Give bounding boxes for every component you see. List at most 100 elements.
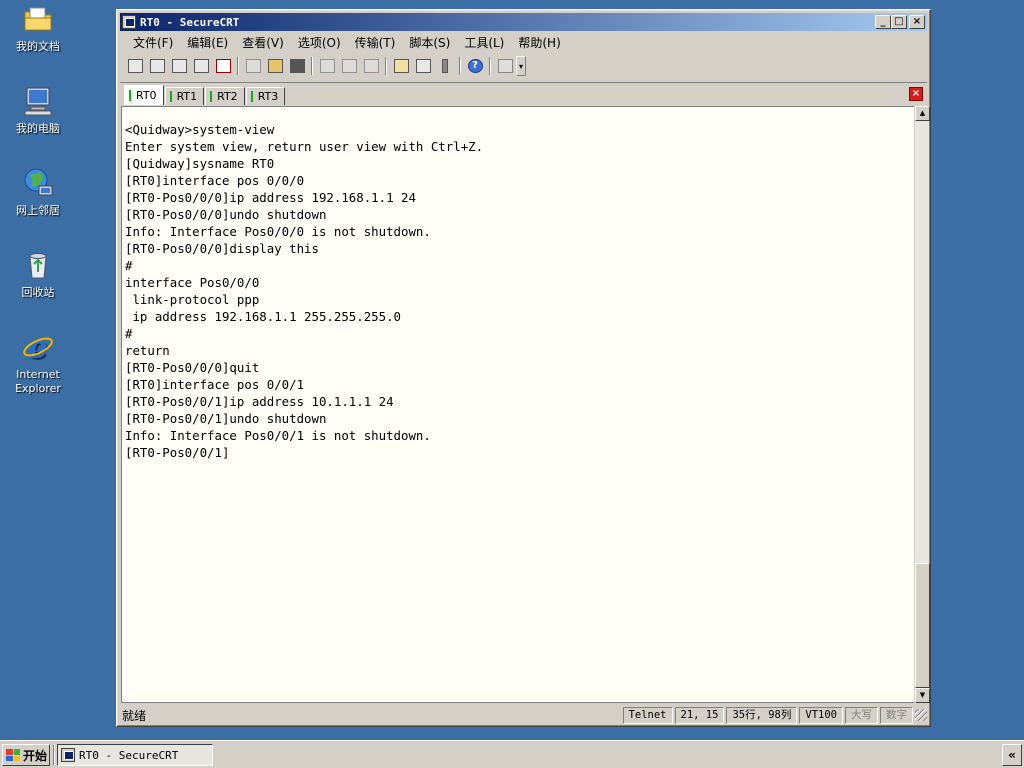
desktop-icon-network-places[interactable]: 网上邻居 xyxy=(4,166,72,218)
securecrt-task-icon xyxy=(61,748,75,762)
toolbar-separator xyxy=(311,57,313,75)
print-button[interactable] xyxy=(338,56,360,76)
session-options-button[interactable] xyxy=(390,56,412,76)
toolbar-separator xyxy=(459,57,461,75)
maximize-button[interactable]: □ xyxy=(891,15,907,29)
connect-tab-icon xyxy=(171,59,187,73)
quick-connect-button[interactable] xyxy=(146,56,168,76)
terminal-line: # xyxy=(125,326,133,341)
copy-icon xyxy=(245,59,261,73)
menu-script[interactable]: 脚本(S) xyxy=(402,34,457,51)
resize-grip[interactable] xyxy=(915,709,927,721)
terminal-line: [Quidway]sysname RT0 xyxy=(125,156,275,171)
disconnect-button[interactable] xyxy=(212,56,234,76)
taskbar: 开始 RT0 - SecureCRT « xyxy=(0,740,1024,768)
tab-rt2[interactable]: RT2 xyxy=(205,87,245,105)
terminal-line: Info: Interface Pos0/0/1 is not shutdown… xyxy=(125,428,431,443)
menu-options[interactable]: 选项(O) xyxy=(291,34,348,51)
copy-button[interactable] xyxy=(242,56,264,76)
status-caps-lock: 大写 xyxy=(845,706,878,724)
terminal-scrollbar[interactable]: ▲ ▼ xyxy=(914,106,930,703)
status-num-lock: 数字 xyxy=(880,706,913,724)
taskbar-item-label: RT0 - SecureCRT xyxy=(79,748,179,762)
start-button[interactable]: 开始 xyxy=(2,744,50,766)
terminal-line: Enter system view, return user view with… xyxy=(125,139,484,154)
find-button[interactable] xyxy=(286,56,308,76)
tab-rt1[interactable]: RT1 xyxy=(164,87,205,105)
menu-transfer[interactable]: 传输(T) xyxy=(348,34,403,51)
connect-tab-button[interactable] xyxy=(168,56,190,76)
terminal-output[interactable]: <Quidway>system-view Enter system view, r… xyxy=(121,106,914,703)
scroll-down-button[interactable]: ▼ xyxy=(915,688,930,703)
terminal-line: interface Pos0/0/0 xyxy=(125,275,260,290)
close-button[interactable]: × xyxy=(909,15,925,29)
menu-bar: 文件(F) 编辑(E) 查看(V) 选项(O) 传输(T) 脚本(S) 工具(L… xyxy=(120,32,927,52)
securecrt-app-icon[interactable] xyxy=(122,15,136,29)
toolbar-separator xyxy=(385,57,387,75)
desktop-icon-my-computer[interactable]: 我的电脑 xyxy=(4,84,72,136)
global-options-icon xyxy=(415,59,431,73)
terminal-line: [RT0-Pos0/0/0]quit xyxy=(125,360,260,375)
tab-status-marker xyxy=(250,91,253,102)
title-bar[interactable]: RT0 - SecureCRT _ □ × xyxy=(120,13,927,31)
desktop-icon-recycle-bin[interactable]: 回收站 xyxy=(4,248,72,300)
scroll-thumb[interactable] xyxy=(915,563,930,688)
close-tab-button[interactable]: × xyxy=(909,87,923,101)
securecrt-window: RT0 - SecureCRT _ □ × 文件(F) 编辑(E) 查看(V) … xyxy=(116,9,931,727)
sftp-button[interactable] xyxy=(494,56,516,76)
terminal-line: [RT0-Pos0/0/0]undo shutdown xyxy=(125,207,327,222)
desktop-icon-label: Internet Explorer xyxy=(15,368,61,395)
scroll-up-button[interactable]: ▲ xyxy=(915,106,930,121)
internet-explorer-icon: e xyxy=(21,330,55,366)
terminal-line: [RT0-Pos0/0/1]ip address 10.1.1.1 24 xyxy=(125,394,394,409)
taskbar-securecrt-button[interactable]: RT0 - SecureCRT xyxy=(57,744,213,766)
my-documents-icon xyxy=(21,2,55,36)
tab-label: RT3 xyxy=(257,89,279,103)
svg-text:e: e xyxy=(28,331,47,364)
menu-help[interactable]: 帮助(H) xyxy=(511,34,567,51)
menu-file[interactable]: 文件(F) xyxy=(126,34,180,51)
tray-toggle-button[interactable]: « xyxy=(1002,744,1022,766)
quick-connect-icon xyxy=(149,59,165,73)
menu-view[interactable]: 查看(V) xyxy=(235,34,291,51)
print-selection-icon xyxy=(363,59,379,73)
start-label: 开始 xyxy=(23,748,48,763)
terminal-line: [RT0-Pos0/0/0]ip address 192.168.1.1 24 xyxy=(125,190,416,205)
desktop-icon-my-documents[interactable]: 我的文档 xyxy=(4,2,72,54)
keymap-button[interactable] xyxy=(434,56,456,76)
tab-label: RT0 xyxy=(136,88,157,102)
global-options-button[interactable] xyxy=(412,56,434,76)
print-setup-button[interactable] xyxy=(316,56,338,76)
minimize-button[interactable]: _ xyxy=(875,15,891,29)
paste-button[interactable] xyxy=(264,56,286,76)
keymap-icon xyxy=(442,59,448,73)
status-terminal-size: 35行, 98列 xyxy=(726,706,798,724)
my-computer-icon xyxy=(21,84,55,118)
toolbar-more-button[interactable]: ▾ xyxy=(516,56,526,76)
desktop-icon-label: 网上邻居 xyxy=(16,204,60,217)
desktop-icon-internet-explorer[interactable]: e Internet Explorer xyxy=(4,330,72,396)
session-tab-bar: RT0 RT1 RT2 RT3 × xyxy=(120,82,927,106)
recycle-bin-icon xyxy=(21,248,55,282)
reconnect-button[interactable] xyxy=(190,56,212,76)
tab-rt0[interactable]: RT0 xyxy=(124,85,164,105)
toolbar: ? ▾ xyxy=(120,54,927,78)
print-setup-icon xyxy=(319,59,335,73)
reconnect-icon xyxy=(193,59,209,73)
tab-status-marker xyxy=(169,91,172,102)
terminal-line: [RT0-Pos0/0/1]undo shutdown xyxy=(125,411,327,426)
help-button[interactable]: ? xyxy=(464,56,486,76)
menu-edit[interactable]: 编辑(E) xyxy=(180,34,235,51)
tab-rt3[interactable]: RT3 xyxy=(245,87,286,105)
terminal-line: <Quidway>system-view xyxy=(125,122,275,137)
tab-label: RT1 xyxy=(176,89,198,103)
network-places-icon xyxy=(21,166,55,200)
terminal-line: [RT0-Pos0/0/0]display this xyxy=(125,241,319,256)
print-selection-button[interactable] xyxy=(360,56,382,76)
tab-status-marker xyxy=(210,91,213,102)
connect-button[interactable] xyxy=(124,56,146,76)
terminal-line: [RT0-Pos0/0/1] xyxy=(125,445,230,460)
taskbar-divider xyxy=(53,745,55,765)
windows-logo-icon xyxy=(6,749,20,761)
menu-tools[interactable]: 工具(L) xyxy=(457,34,511,51)
